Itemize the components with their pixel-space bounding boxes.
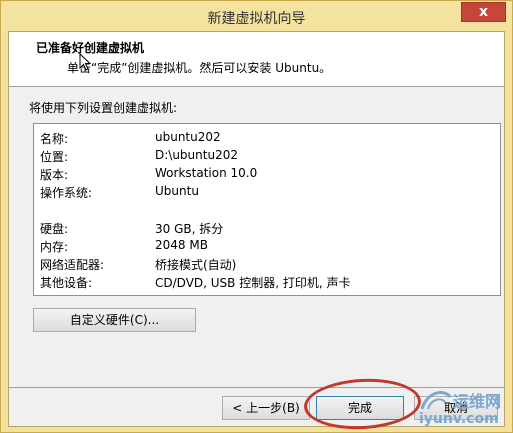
watermark-logo: 运维网 iyunv.com xyxy=(419,387,511,431)
window-title: 新建虚拟机向导 xyxy=(207,11,306,27)
close-icon: x xyxy=(478,4,489,20)
settings-summary: 名称: ubuntu202 位置: D:\ubuntu202 版本: Workstat… xyxy=(33,123,501,296)
settings-value: CD/DVD, USB 控制器, 打印机, 声卡 xyxy=(155,276,351,290)
settings-key: 版本: xyxy=(40,168,69,182)
wizard-window: 新建虚拟机向导 x 已准备好创建虚拟机 单击“完成”创建虚拟机。然后可以安装 U… xyxy=(0,0,513,433)
watermark-swirl-icon xyxy=(420,391,452,410)
settings-key: 位置: xyxy=(40,150,69,164)
settings-key: 网络适配器: xyxy=(40,258,105,272)
settings-value: 桥接模式(自动) xyxy=(155,258,237,272)
settings-key: 硬盘: xyxy=(40,222,69,236)
customize-hardware-button[interactable]: 自定义硬件(C)... xyxy=(33,308,196,332)
mouse-cursor-icon xyxy=(79,53,91,71)
settings-key: 操作系统: xyxy=(40,186,93,200)
wizard-client: 已准备好创建虚拟机 单击“完成”创建虚拟机。然后可以安装 Ubuntu。 将使用… xyxy=(8,31,505,427)
settings-value: D:\ubuntu202 xyxy=(155,148,238,162)
watermark-url: iyunv.com xyxy=(419,411,499,427)
title-bar[interactable]: 新建虚拟机向导 x xyxy=(1,1,512,31)
watermark-text: 运维网 xyxy=(453,392,502,411)
settings-value: Ubuntu xyxy=(155,184,199,198)
settings-key: 其他设备: xyxy=(40,276,93,290)
header-subtitle: 单击“完成”创建虚拟机。然后可以安装 Ubuntu。 xyxy=(67,61,332,75)
settings-key: 名称: xyxy=(40,132,69,146)
settings-intro: 将使用下列设置创建虚拟机: xyxy=(29,101,178,115)
close-button[interactable]: x xyxy=(461,2,506,22)
settings-value: Workstation 10.0 xyxy=(155,166,258,180)
settings-value: 30 GB, 拆分 xyxy=(155,222,224,236)
back-button[interactable]: < 上一步(B) xyxy=(222,396,310,420)
settings-value: ubuntu202 xyxy=(155,130,221,144)
settings-value: 2048 MB xyxy=(155,238,208,252)
settings-key: 内存: xyxy=(40,240,69,254)
